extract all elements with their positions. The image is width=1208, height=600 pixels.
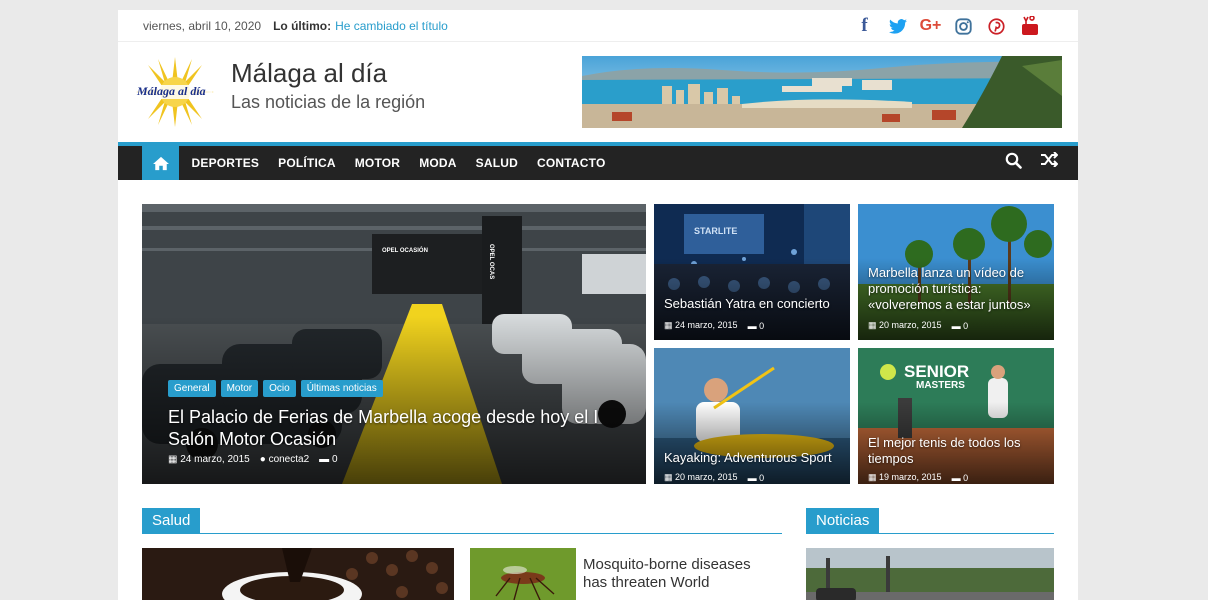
site-logo[interactable]: Málaga al día xyxy=(136,57,214,127)
starlite-sign: STARLITE xyxy=(694,226,738,236)
featured-item-title[interactable]: Marbella lanza un vídeo de promoción tur… xyxy=(868,265,1052,313)
post-date[interactable]: 20 marzo, 2015 xyxy=(675,472,738,482)
nav-item-moda[interactable]: MODA xyxy=(410,156,466,170)
comment-icon: ▬ xyxy=(319,454,330,465)
googleplus-icon[interactable]: G+ xyxy=(914,16,947,36)
featured-item-4[interactable]: SENIOR MASTERS El mejor tenis de todos l… xyxy=(858,348,1054,484)
salud-post-title[interactable]: Mosquito-borne diseases has threaten Wor… xyxy=(583,556,773,592)
instagram-icon[interactable] xyxy=(947,16,980,36)
youtube-icon[interactable] xyxy=(1013,16,1046,36)
search-icon[interactable] xyxy=(1005,152,1022,174)
page: viernes, abril 10, 2020 Lo último: He ca… xyxy=(118,10,1078,600)
category-ultimas-noticias[interactable]: Últimas noticias xyxy=(300,380,383,397)
featured-main-meta: ▦ 24 marzo, 2015 ● conecta2 ▬ 0 xyxy=(168,454,338,465)
featured-item-3[interactable]: Kayaking: Adventurous Sport ▦ 20 marzo, … xyxy=(654,348,850,484)
salud-thumb-image[interactable] xyxy=(470,548,576,600)
site-description: Las noticias de la región xyxy=(231,92,426,112)
date-meta: ▦ 19 marzo, 2015 xyxy=(868,472,942,482)
featured-item-title[interactable]: El mejor tenis de todos los tiempos xyxy=(868,435,1052,467)
category-ocio[interactable]: Ocio xyxy=(263,380,296,397)
site-title[interactable]: Málaga al día xyxy=(231,58,387,89)
twitter-icon[interactable] xyxy=(881,16,914,36)
author-meta: ● conecta2 xyxy=(260,454,309,465)
comment-count[interactable]: 0 xyxy=(759,321,764,331)
featured-item-meta: ▦ 19 marzo, 2015 ▬ 0 xyxy=(868,472,968,483)
featured-item-title[interactable]: Kayaking: Adventurous Sport xyxy=(664,450,848,466)
category-list: General Motor Ocio Últimas noticias xyxy=(168,380,383,397)
home-icon xyxy=(152,156,169,170)
post-author[interactable]: conecta2 xyxy=(269,454,310,465)
noticias-image[interactable] xyxy=(806,548,1054,600)
calendar-icon: ▦ xyxy=(168,454,178,465)
opel-sign: OPEL OCASIÓN xyxy=(382,248,428,254)
masters-sign: MASTERS xyxy=(916,380,965,391)
comments-meta: ▬ 0 xyxy=(747,472,765,483)
featured-item-2[interactable]: Marbella lanza un vídeo de promoción tur… xyxy=(858,204,1054,340)
date-meta: ▦ 20 marzo, 2015 xyxy=(664,472,738,482)
post-date[interactable]: 24 marzo, 2015 xyxy=(180,454,250,465)
date-meta: ▦ 24 marzo, 2015 xyxy=(168,454,250,465)
senior-sign: SENIOR xyxy=(904,362,970,381)
date-meta: ▦ 20 marzo, 2015 xyxy=(868,320,942,330)
date-meta: ▦ 24 marzo, 2015 xyxy=(664,320,738,330)
nav-item-salud[interactable]: SALUD xyxy=(466,156,527,170)
comment-count[interactable]: 0 xyxy=(963,473,968,483)
comments-meta: ▬ 0 xyxy=(951,320,969,331)
section-header-salud: Salud xyxy=(142,508,782,534)
current-date: viernes, abril 10, 2020 xyxy=(143,18,262,33)
section-header-noticias: Noticias xyxy=(806,508,1054,534)
post-date[interactable]: 20 marzo, 2015 xyxy=(879,320,942,330)
latest-label: Lo último: xyxy=(273,18,332,33)
featured-item-title[interactable]: Sebastián Yatra en concierto xyxy=(664,296,844,312)
salud-main-image[interactable] xyxy=(142,548,454,600)
comments-meta: ▬ 0 xyxy=(319,454,337,465)
header-banner[interactable] xyxy=(582,56,1062,128)
user-icon: ● xyxy=(259,454,266,465)
home-button[interactable] xyxy=(142,146,179,180)
featured-item-1[interactable]: STARLITE Sebastián Yatra en concierto ▦ … xyxy=(654,204,850,340)
comment-count[interactable]: 0 xyxy=(759,473,764,483)
post-date[interactable]: 19 marzo, 2015 xyxy=(879,472,942,482)
post-date[interactable]: 24 marzo, 2015 xyxy=(675,320,738,330)
nav-item-politica[interactable]: POLÍTICA xyxy=(269,156,346,170)
random-post-icon[interactable] xyxy=(1040,151,1059,174)
featured-main[interactable]: OPEL OCASIÓN OPEL OCAS General Motor Oci… xyxy=(142,204,646,484)
pinterest-icon[interactable] xyxy=(980,16,1013,36)
opel-vertical-sign: OPEL OCAS xyxy=(488,244,494,280)
featured-item-meta: ▦ 20 marzo, 2015 ▬ 0 xyxy=(664,472,764,483)
featured-main-title[interactable]: El Palacio de Ferias de Marbella acoge d… xyxy=(168,406,646,450)
featured-item-meta: ▦ 20 marzo, 2015 ▬ 0 xyxy=(868,320,968,331)
latest-news-link[interactable]: He cambiado el título xyxy=(335,19,448,33)
nav-item-motor[interactable]: MOTOR xyxy=(345,156,409,170)
social-links: f G+ xyxy=(848,15,1046,36)
section-title-noticias[interactable]: Noticias xyxy=(806,508,880,534)
featured-item-meta: ▦ 24 marzo, 2015 ▬ 0 xyxy=(664,320,764,331)
comments-meta: ▬ 0 xyxy=(747,320,765,331)
nav-item-deportes[interactable]: DEPORTES xyxy=(182,156,269,170)
main-navigation: DEPORTES POLÍTICA MOTOR MODA SALUD CONTA… xyxy=(118,142,1078,180)
facebook-icon[interactable]: f xyxy=(848,15,881,36)
category-general[interactable]: General xyxy=(168,380,216,397)
section-title-salud[interactable]: Salud xyxy=(142,508,201,534)
comment-count[interactable]: 0 xyxy=(332,454,338,465)
site-header: Málaga al día Málaga al día Las noticias… xyxy=(118,52,1078,142)
nav-tools xyxy=(1005,151,1059,174)
logo-text: Málaga al día xyxy=(137,84,206,98)
nav-item-contacto[interactable]: CONTACTO xyxy=(528,156,616,170)
comments-meta: ▬ 0 xyxy=(951,472,969,483)
category-motor[interactable]: Motor xyxy=(220,380,259,397)
comment-count[interactable]: 0 xyxy=(963,321,968,331)
